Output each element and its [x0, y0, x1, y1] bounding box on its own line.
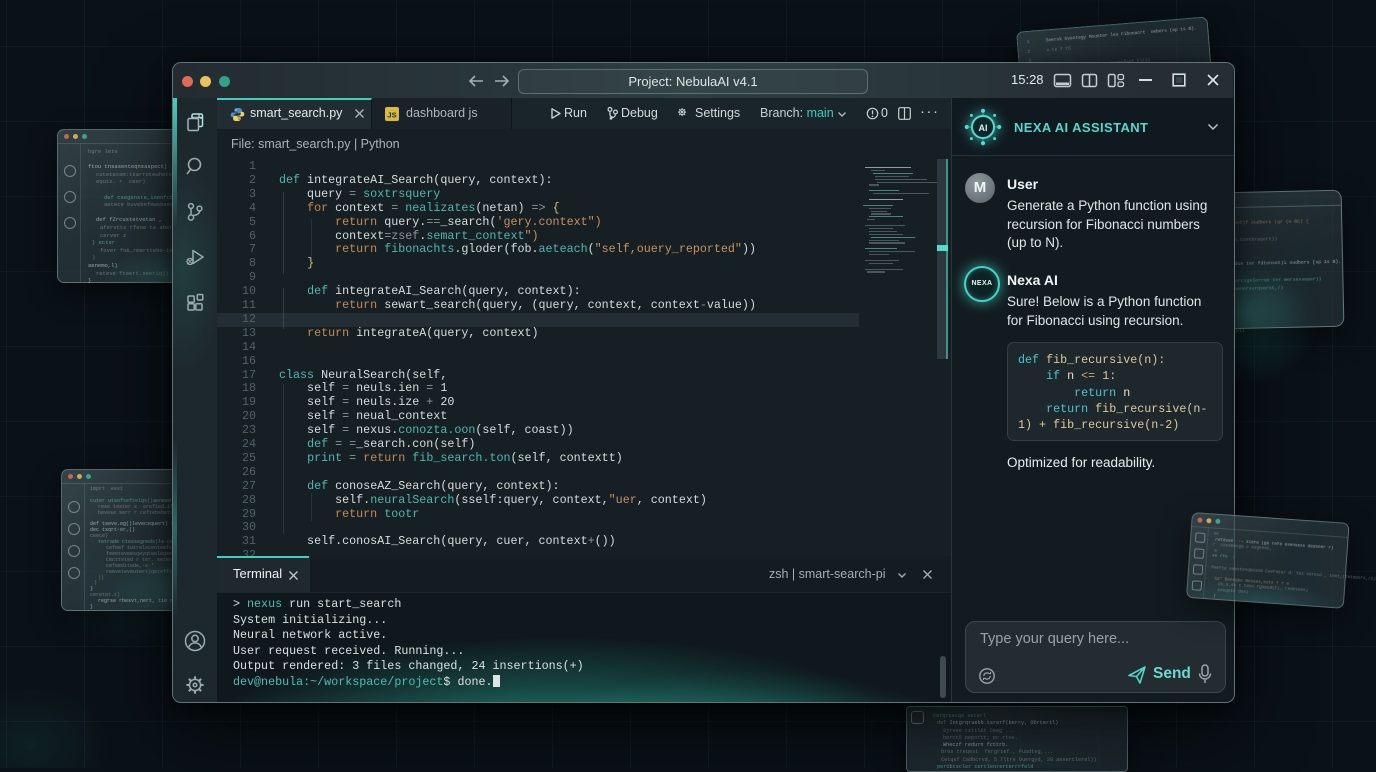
svg-text:JS: JS	[387, 111, 396, 120]
svg-text:AI: AI	[979, 123, 988, 133]
